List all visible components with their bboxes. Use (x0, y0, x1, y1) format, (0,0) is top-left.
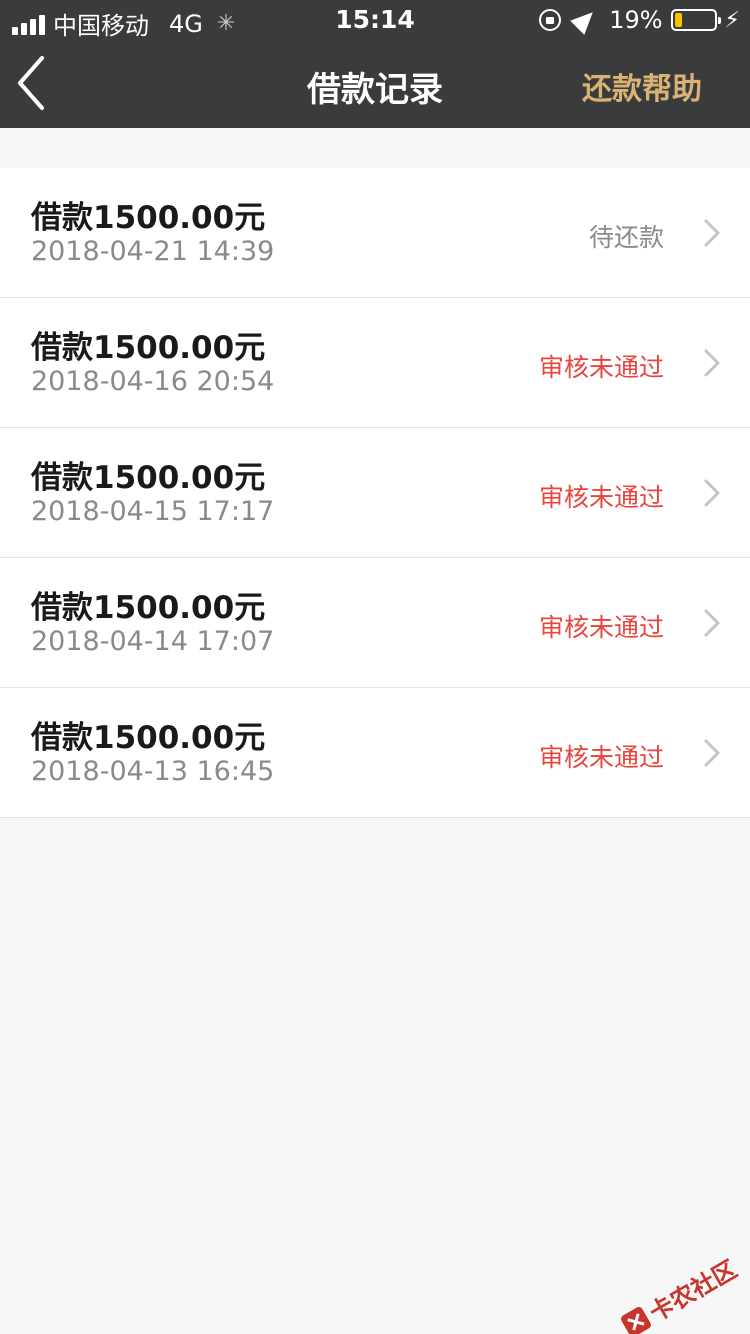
loan-amount: 借款1500.00元 (31, 720, 266, 756)
loan-date: 2018-04-15 17:17 (31, 496, 275, 527)
loan-date: 2018-04-21 14:39 (31, 236, 275, 267)
battery-icon (670, 9, 721, 31)
loan-date: 2018-04-14 17:07 (31, 626, 275, 657)
status-bar: 中国移动 4G ✳ 15:14 19% ⚡ (0, 0, 750, 40)
loan-record-row[interactable]: 借款1500.00元 2018-04-16 20:54 审核未通过 (0, 298, 750, 428)
loan-record-row[interactable]: 借款1500.00元 2018-04-21 14:39 待还款 (0, 168, 750, 298)
chevron-left-icon (18, 56, 44, 110)
loan-record-row[interactable]: 借款1500.00元 2018-04-13 16:45 审核未通过 (0, 688, 750, 818)
loan-record-row[interactable]: 借款1500.00元 2018-04-15 17:17 审核未通过 (0, 428, 750, 558)
loan-date: 2018-04-16 20:54 (31, 366, 275, 397)
loan-amount: 借款1500.00元 (31, 330, 266, 366)
location-arrow-icon (570, 5, 601, 35)
chevron-right-icon (704, 219, 720, 247)
chevron-right-icon (704, 739, 720, 767)
top-bar: 中国移动 4G ✳ 15:14 19% ⚡ 借款记录 还款帮助 (0, 0, 750, 128)
chevron-right-icon (704, 349, 720, 377)
loan-date: 2018-04-13 16:45 (31, 756, 275, 787)
loan-status: 待还款 (588, 223, 664, 252)
loan-status: 审核未通过 (538, 483, 664, 512)
loan-amount: 借款1500.00元 (31, 200, 266, 236)
battery-percent: 19% (609, 6, 663, 34)
repayment-help-button[interactable]: 还款帮助 (582, 64, 702, 108)
loan-record-list: 借款1500.00元 2018-04-21 14:39 待还款 借款1500.00元 2… (0, 168, 750, 818)
battery-fill (674, 13, 682, 27)
loan-record-row[interactable]: 借款1500.00元 2018-04-14 17:07 审核未通过 (0, 558, 750, 688)
status-right: 19% ⚡ (539, 5, 740, 35)
nav-bar: 借款记录 还款帮助 (0, 40, 750, 128)
back-button[interactable] (14, 50, 64, 116)
watermark-text: 卡农社区 (644, 1255, 742, 1328)
loan-status: 审核未通过 (538, 353, 664, 382)
loan-amount: 借款1500.00元 (31, 590, 266, 626)
charging-bolt-icon: ⚡ (724, 7, 740, 33)
chevron-right-icon (704, 479, 720, 507)
chevron-right-icon (704, 609, 720, 637)
rotation-lock-icon (539, 9, 562, 31)
loan-status: 审核未通过 (538, 613, 664, 642)
watermark: 卡农社区 (616, 1250, 743, 1334)
loan-amount: 借款1500.00元 (31, 460, 266, 496)
loan-status: 审核未通过 (538, 743, 664, 772)
